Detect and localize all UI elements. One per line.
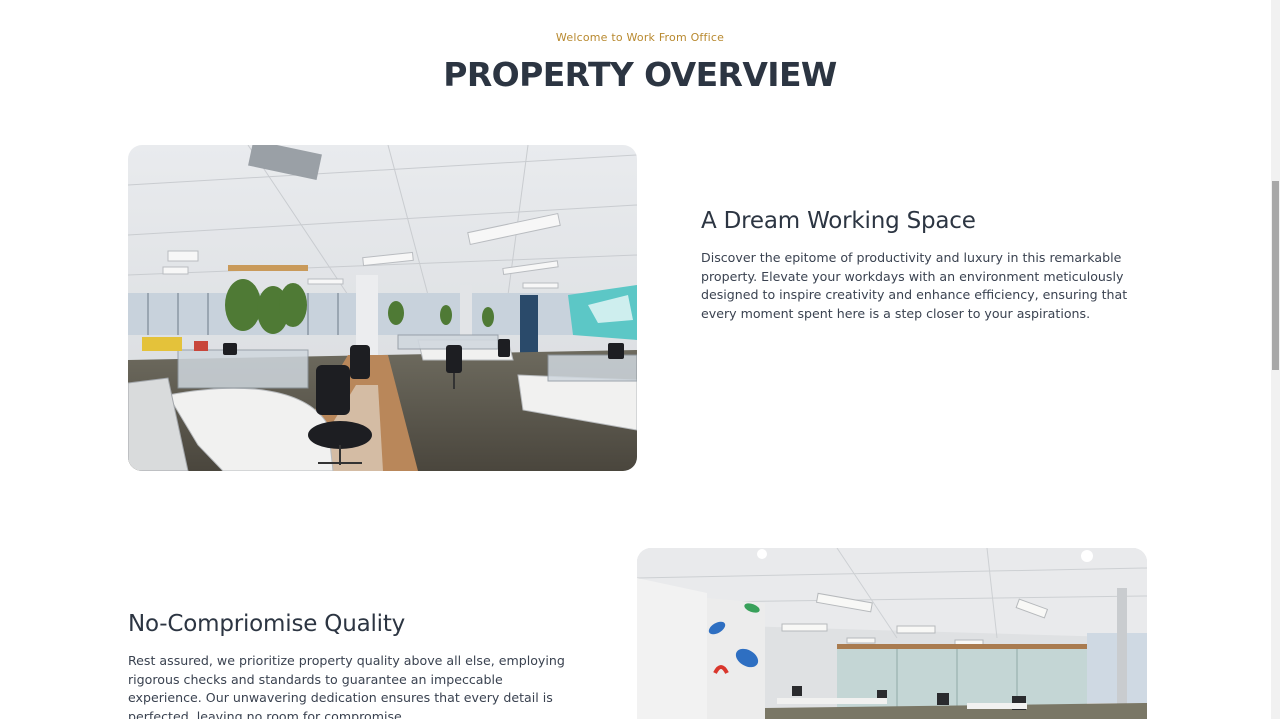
page-scrollbar[interactable] — [1271, 0, 1280, 719]
scrollbar-thumb[interactable] — [1272, 181, 1279, 370]
office-photo-open-plan — [128, 145, 637, 471]
section-eyebrow: Welcome to Work From Office — [555, 31, 725, 44]
section-title: PROPERTY OVERVIEW — [443, 55, 837, 94]
feature-title-dream-working-space: A Dream Working Space — [701, 208, 976, 234]
feature-title-quality: No-Compriomise Quality — [128, 611, 406, 637]
office-photo-meeting-area — [637, 548, 1147, 719]
property-overview-section: Welcome to Work From Office PROPERTY OVE… — [0, 0, 1280, 719]
feature-description-dream-working-space: Discover the epitome of productivity and… — [701, 250, 1128, 322]
feature-description-quality: Rest assured, we prioritize property qua… — [128, 653, 565, 719]
